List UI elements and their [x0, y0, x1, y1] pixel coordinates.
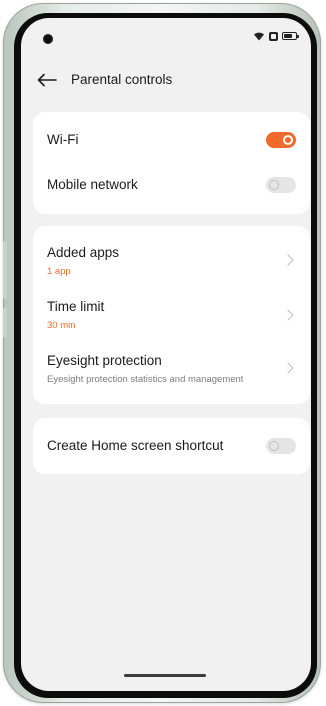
home-shortcut-toggle[interactable] [266, 438, 296, 454]
time-limit-value: 30 min [47, 320, 76, 331]
eyesight-protection-row[interactable]: Eyesight protection Eyesight protection … [47, 336, 296, 404]
toggle-knob [283, 135, 293, 145]
battery-icon [282, 32, 299, 40]
header: Parental controls [37, 72, 172, 87]
eyesight-protection-desc: Eyesight protection statistics and manag… [47, 374, 244, 385]
page-title: Parental controls [71, 72, 173, 87]
volume-button [3, 241, 7, 299]
toggle-knob [269, 180, 279, 190]
wifi-toggle[interactable] [266, 132, 296, 148]
shortcut-card: Create Home screen shortcut [33, 418, 310, 474]
added-apps-row[interactable]: Added apps 1 app [47, 226, 296, 282]
sim-icon [269, 31, 278, 41]
home-shortcut-row[interactable]: Create Home screen shortcut [47, 418, 296, 474]
phone-frame: Parental controls Wi-Fi Mobile network A… [3, 3, 321, 703]
mobile-network-toggle[interactable] [266, 177, 296, 193]
network-card: Wi-Fi Mobile network [33, 112, 310, 214]
eyesight-protection-label: Eyesight protection [47, 353, 162, 368]
wifi-icon [254, 32, 264, 41]
wifi-label: Wi-Fi [47, 132, 79, 147]
home-shortcut-label: Create Home screen shortcut [47, 438, 224, 453]
home-indicator[interactable] [124, 674, 206, 677]
chevron-right-icon [287, 362, 294, 374]
back-arrow-icon[interactable] [37, 73, 57, 87]
front-camera [43, 34, 53, 44]
toggle-knob [269, 441, 279, 451]
added-apps-value: 1 app [47, 266, 71, 277]
settings-card: Added apps 1 app Time limit 30 min Eyesi… [33, 226, 310, 404]
status-bar [253, 31, 299, 41]
mobile-network-row[interactable]: Mobile network [47, 164, 296, 214]
time-limit-label: Time limit [47, 299, 105, 314]
screen: Parental controls Wi-Fi Mobile network A… [21, 18, 311, 691]
side-button [3, 308, 7, 338]
chevron-right-icon [287, 309, 294, 321]
mobile-network-label: Mobile network [47, 177, 138, 192]
added-apps-label: Added apps [47, 245, 120, 260]
wifi-row[interactable]: Wi-Fi [47, 112, 296, 164]
chevron-right-icon [287, 254, 294, 266]
time-limit-row[interactable]: Time limit 30 min [47, 282, 296, 336]
